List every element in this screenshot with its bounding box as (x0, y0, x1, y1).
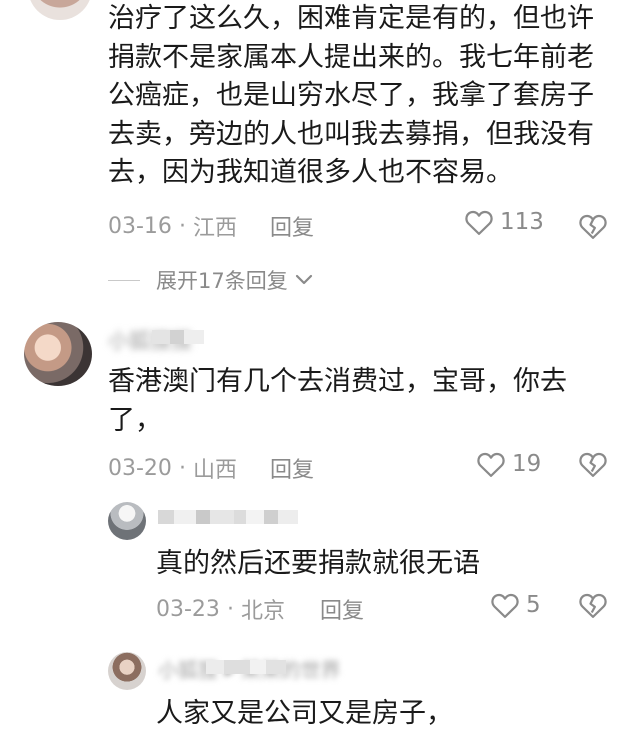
broken-heart-icon[interactable] (578, 450, 608, 478)
like-button[interactable]: 113 (464, 208, 544, 236)
divider-line (108, 279, 140, 281)
comment-meta: 03-20 · 山西 (108, 452, 237, 484)
like-button[interactable]: 19 (476, 450, 541, 478)
separator-dot: · (226, 596, 234, 622)
comment-date: 03-20 (108, 455, 172, 481)
broken-heart-icon[interactable] (578, 212, 608, 240)
like-button[interactable]: 5 (490, 591, 541, 619)
comment-meta: 03-16 · 江西 (108, 210, 237, 242)
reply-location: 北京 (240, 599, 285, 624)
expand-replies-label: 展开17条回复 (156, 269, 288, 293)
avatar[interactable] (24, 322, 92, 386)
heart-icon (465, 210, 493, 235)
username-mosaic (206, 660, 286, 674)
reply-meta: 03-23 · 北京 (156, 593, 285, 625)
username-mosaic (152, 330, 204, 344)
reply-text: 真的然后还要捐款就很无语 (156, 548, 480, 579)
separator-dot: · (178, 455, 186, 481)
heart-icon (477, 452, 505, 477)
username-mosaic (158, 510, 298, 524)
avatar[interactable] (28, 0, 92, 20)
reply-text: 人家又是公司又是房子， (156, 698, 453, 729)
reply-button[interactable]: 回复 (270, 210, 314, 242)
comment-text: 治疗了这么久，困难肯定是有的，但也许 捐款不是家属本人提出来的。我七年前老 公癌… (108, 3, 594, 188)
separator-dot: · (178, 213, 186, 239)
comment-location: 山西 (192, 458, 237, 483)
chevron-down-icon (295, 274, 312, 285)
comment-date: 03-16 (108, 213, 172, 239)
expand-replies-button[interactable]: 展开17条回复 (108, 265, 314, 295)
avatar[interactable] (108, 652, 146, 690)
reply-button[interactable]: 回复 (270, 452, 314, 484)
heart-icon (491, 593, 519, 618)
like-count: 113 (500, 209, 544, 235)
reply-button[interactable]: 回复 (320, 593, 364, 625)
comment-location: 江西 (192, 216, 237, 241)
like-count: 5 (526, 592, 541, 618)
like-count: 19 (512, 451, 542, 477)
avatar[interactable] (108, 502, 146, 540)
broken-heart-icon[interactable] (578, 591, 608, 619)
comment-text: 香港澳门有几个去消费过，宝哥，你去 了， (108, 366, 567, 436)
reply-date: 03-23 (156, 596, 220, 622)
